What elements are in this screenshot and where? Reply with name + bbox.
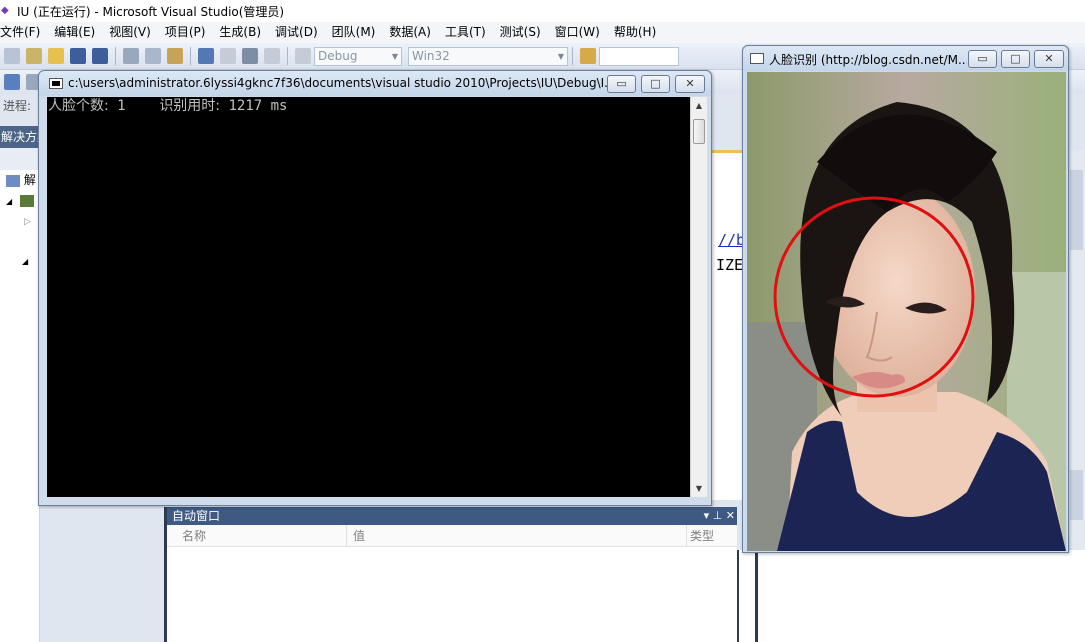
redo-icon[interactable] bbox=[220, 48, 236, 64]
chevron-down-icon: ▼ bbox=[557, 51, 564, 61]
menu-team[interactable]: 团队(M) bbox=[325, 22, 383, 43]
vs-titlebar: ◆ IU (正在运行) - Microsoft Visual Studio(管理… bbox=[0, 0, 1085, 22]
scrollbar-thumb[interactable] bbox=[693, 119, 705, 144]
menu-help[interactable]: 帮助(H) bbox=[607, 22, 663, 43]
project-icon bbox=[19, 194, 34, 207]
scroll-down-icon[interactable]: ▼ bbox=[691, 480, 707, 497]
menu-file[interactable]: 文件(F) bbox=[0, 22, 47, 43]
toolbar-separator bbox=[115, 47, 116, 65]
solution-tree-label: 解 bbox=[23, 173, 36, 187]
solution-tree-project[interactable]: ◢ bbox=[0, 190, 39, 210]
console-output-area[interactable]: 人脸个数: 1 识别用时: 1217 ms bbox=[47, 97, 690, 497]
autos-window: 自动窗口 ▾ ⊥ ✕ 名称 值 类型 bbox=[164, 507, 737, 642]
face-photo-illustration bbox=[747, 72, 1066, 551]
process-label: 进程: bbox=[0, 94, 40, 118]
solution-tree-root[interactable]: 解 bbox=[0, 170, 39, 190]
menu-test[interactable]: 测试(S) bbox=[493, 22, 548, 43]
add-item-icon[interactable] bbox=[26, 48, 42, 64]
open-file-icon[interactable] bbox=[48, 48, 64, 64]
menu-window[interactable]: 窗口(W) bbox=[548, 22, 607, 43]
solution-tree-folder[interactable]: ▷ bbox=[0, 210, 39, 230]
menu-data[interactable]: 数据(A) bbox=[382, 22, 438, 43]
console-scrollbar[interactable]: ▲ ▼ bbox=[690, 97, 707, 497]
autos-column-headers: 名称 值 类型 bbox=[167, 525, 737, 547]
console-window: c:\users\administrator.6lyssi4gknc7f36\d… bbox=[38, 70, 712, 506]
face-window-titlebar[interactable]: 人脸识别 (http://blog.csdn.net/M... ▭ □ ✕ bbox=[743, 46, 1068, 71]
solution-tree-folder[interactable]: ◢ bbox=[0, 250, 39, 270]
code-text: IZE bbox=[716, 256, 744, 274]
expand-arrow-icon: ◢ bbox=[22, 257, 29, 266]
find-in-files-icon[interactable] bbox=[580, 48, 596, 64]
scroll-up-icon[interactable]: ▲ bbox=[691, 97, 707, 114]
close-button[interactable]: ✕ bbox=[675, 75, 705, 93]
console-title: c:\users\administrator.6lyssi4gknc7f36\d… bbox=[68, 76, 608, 90]
autos-titlebar: 自动窗口 ▾ ⊥ ✕ bbox=[167, 507, 737, 525]
toolbar-separator bbox=[287, 47, 288, 65]
navigate-icon[interactable] bbox=[242, 48, 258, 64]
detect-time-label: 识别用时: bbox=[159, 98, 221, 114]
autos-col-name[interactable]: 名称 bbox=[167, 525, 347, 546]
solution-platform-combo[interactable]: Win32 ▼ bbox=[408, 46, 568, 66]
autos-col-value[interactable]: 值 bbox=[347, 525, 687, 546]
solution-explorer-title: 解决方案 bbox=[0, 126, 39, 148]
solution-platform-value: Win32 bbox=[412, 48, 450, 63]
face-window-app-icon bbox=[750, 53, 764, 64]
toolbar-separator bbox=[190, 47, 191, 65]
menu-project[interactable]: 项目(P) bbox=[158, 22, 213, 43]
face-detection-window: 人脸识别 (http://blog.csdn.net/M... ▭ □ ✕ bbox=[742, 45, 1069, 553]
paste-icon[interactable] bbox=[167, 48, 183, 64]
menu-view[interactable]: 视图(V) bbox=[102, 22, 158, 43]
undo-icon[interactable] bbox=[198, 48, 214, 64]
menu-build[interactable]: 生成(B) bbox=[212, 22, 268, 43]
bottom-right-pane bbox=[737, 550, 755, 642]
vs-logo-icon: ◆ bbox=[1, 5, 9, 16]
new-project-icon[interactable] bbox=[4, 48, 20, 64]
find-combo[interactable] bbox=[599, 46, 679, 66]
menu-debug[interactable]: 调试(D) bbox=[268, 22, 325, 43]
cut-icon[interactable] bbox=[123, 48, 139, 64]
solution-icon bbox=[6, 174, 20, 187]
chevron-down-icon: ▼ bbox=[391, 51, 398, 61]
menu-tools[interactable]: 工具(T) bbox=[438, 22, 493, 43]
menu-edit[interactable]: 编辑(E) bbox=[47, 22, 102, 43]
copy-icon[interactable] bbox=[145, 48, 161, 64]
start-debug-icon[interactable] bbox=[295, 48, 311, 64]
minimize-button[interactable]: ▭ bbox=[968, 50, 997, 68]
dock-tab[interactable] bbox=[1070, 170, 1083, 250]
autos-title: 自动窗口 bbox=[172, 509, 221, 523]
save-icon[interactable] bbox=[70, 48, 86, 64]
console-output: 人脸个数: 1 识别用时: 1217 ms bbox=[48, 98, 287, 114]
vs-window-title: IU (正在运行) - Microsoft Visual Studio(管理员) bbox=[17, 4, 285, 19]
navigate-forward-icon[interactable] bbox=[264, 48, 280, 64]
autos-window-controls[interactable]: ▾ ⊥ ✕ bbox=[704, 507, 735, 525]
minimize-button[interactable]: ▭ bbox=[607, 75, 636, 93]
solution-explorer: 解决方案 解 ◢ ▷ ◢ bbox=[0, 126, 40, 642]
autos-col-type[interactable]: 类型 bbox=[687, 525, 737, 546]
save-all-icon[interactable] bbox=[92, 48, 108, 64]
vs-menubar: 文件(F) 编辑(E) 视图(V) 项目(P) 生成(B) 调试(D) 团队(M… bbox=[0, 22, 1085, 43]
maximize-button[interactable]: □ bbox=[1001, 50, 1030, 68]
face-count-label: 人脸个数: bbox=[48, 98, 109, 114]
toolbar-separator bbox=[572, 47, 573, 65]
call-stack-pane bbox=[755, 550, 1085, 642]
solution-config-combo[interactable]: Debug ▼ bbox=[314, 46, 402, 66]
expand-arrow-icon: ◢ bbox=[6, 197, 13, 206]
debug-windows-icon[interactable] bbox=[4, 74, 20, 90]
maximize-button[interactable]: □ bbox=[641, 75, 670, 93]
solution-explorer-toolbar bbox=[0, 148, 39, 170]
face-count-value: 1 bbox=[117, 98, 126, 114]
solution-config-value: Debug bbox=[318, 48, 358, 63]
console-app-icon bbox=[49, 78, 63, 89]
detect-time-value: 1217 ms bbox=[228, 98, 288, 114]
dock-tab[interactable] bbox=[1070, 470, 1083, 520]
close-button[interactable]: ✕ bbox=[1034, 50, 1064, 68]
collapse-arrow-icon: ▷ bbox=[24, 217, 31, 227]
face-photo bbox=[747, 72, 1066, 551]
face-window-title: 人脸识别 (http://blog.csdn.net/M... bbox=[769, 53, 967, 67]
console-titlebar[interactable]: c:\users\administrator.6lyssi4gknc7f36\d… bbox=[39, 71, 711, 96]
